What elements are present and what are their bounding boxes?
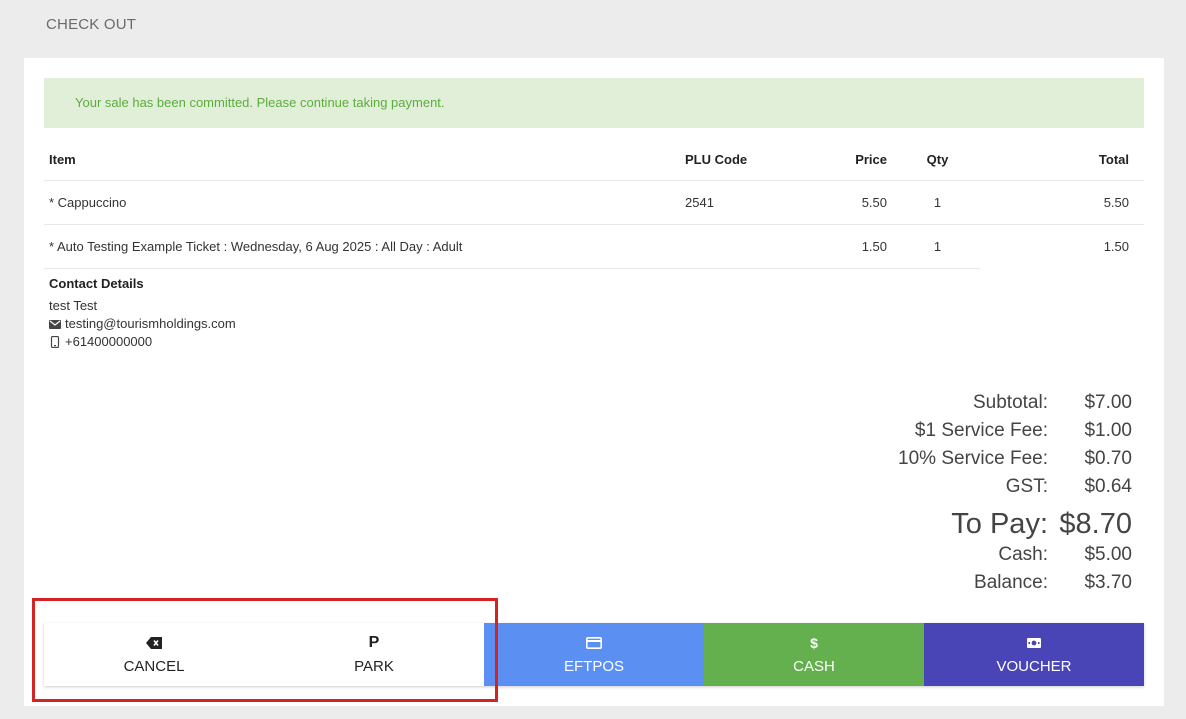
fee10-row: 10% Service Fee: $0.70 (898, 448, 1132, 476)
page-title: CHECK OUT (46, 16, 137, 33)
to-pay-label: To Pay: (951, 507, 1048, 540)
item-price: 5.50 (811, 179, 887, 224)
table-row: * Auto Testing Example Ticket : Wednesda… (44, 223, 1144, 269)
fee1-row: $1 Service Fee: $1.00 (898, 420, 1132, 448)
column-header-total: Total (1098, 152, 1129, 168)
cash-label: Cash: (998, 544, 1048, 565)
balance-label: Balance: (974, 572, 1048, 593)
voucher-label: VOUCHER (996, 658, 1072, 675)
item-total: 1.50 (980, 223, 1144, 268)
to-pay-value: $8.70 (1059, 507, 1132, 540)
dollar-icon: $ (810, 635, 818, 651)
credit-card-icon (586, 634, 602, 652)
contact-phone-line: +61400000000 (49, 333, 236, 351)
gst-row: GST: $0.64 (898, 476, 1132, 504)
contact-title: Contact Details (49, 276, 144, 291)
email-icon (49, 319, 61, 329)
gst-label: GST: (1005, 476, 1048, 497)
to-pay-row: To Pay: $8.70 (898, 504, 1132, 544)
item-total: 5.50 (980, 179, 1144, 224)
cash-row: Cash: $5.00 (898, 544, 1132, 572)
column-header-plu: PLU Code (685, 152, 748, 168)
highlight-box (32, 598, 498, 702)
eftpos-button[interactable]: EFTPOS (484, 623, 704, 686)
fee10-value: $0.70 (1084, 448, 1132, 469)
subtotal-value: $7.00 (1084, 392, 1132, 413)
balance-value: $3.70 (1084, 572, 1132, 593)
cash-button[interactable]: $ CASH (704, 623, 924, 686)
balance-row: Balance: $3.70 (898, 572, 1132, 600)
cash-label-button: CASH (793, 658, 835, 675)
item-plu: 2541 (681, 179, 811, 224)
contact-details: Contact Details test Test testing@touris… (49, 276, 236, 351)
gst-value: $0.64 (1084, 476, 1132, 497)
item-price: 1.50 (811, 223, 887, 269)
table-header-row: Item PLU Code Price Qty Total (44, 140, 1144, 180)
eftpos-label: EFTPOS (563, 658, 624, 675)
phone-icon (50, 336, 60, 348)
column-header-item: Item (49, 152, 76, 168)
contact-email-line: testing@tourismholdings.com (49, 315, 236, 333)
banknote-icon (1027, 634, 1041, 652)
cash-value: $5.00 (1084, 544, 1132, 565)
subtotal-row: Subtotal: $7.00 (898, 392, 1132, 420)
column-header-qty: Qty (926, 152, 949, 168)
success-alert: Your sale has been committed. Please con… (44, 78, 1144, 128)
fee10-label: 10% Service Fee: (898, 448, 1048, 469)
fee1-value: $1.00 (1084, 420, 1132, 441)
voucher-button[interactable]: VOUCHER (924, 623, 1144, 686)
column-header-price: Price (855, 152, 887, 168)
item-qty: 1 (887, 223, 980, 269)
subtotal-label: Subtotal: (973, 392, 1048, 413)
contact-name: test Test (49, 298, 98, 313)
fee1-label: $1 Service Fee: (914, 420, 1048, 441)
item-name: * Cappuccino (44, 179, 681, 224)
contact-phone: +61400000000 (65, 334, 153, 349)
totals-summary: Subtotal: $7.00 $1 Service Fee: $1.00 10… (898, 392, 1132, 600)
contact-email: testing@tourismholdings.com (65, 316, 236, 331)
items-table: Item PLU Code Price Qty Total * Cappucci… (44, 140, 1144, 269)
item-qty: 1 (887, 179, 980, 224)
table-row: * Cappuccino 2541 5.50 1 5.50 (44, 179, 1144, 224)
item-plu (681, 223, 811, 269)
item-name: * Auto Testing Example Ticket : Wednesda… (44, 223, 681, 269)
